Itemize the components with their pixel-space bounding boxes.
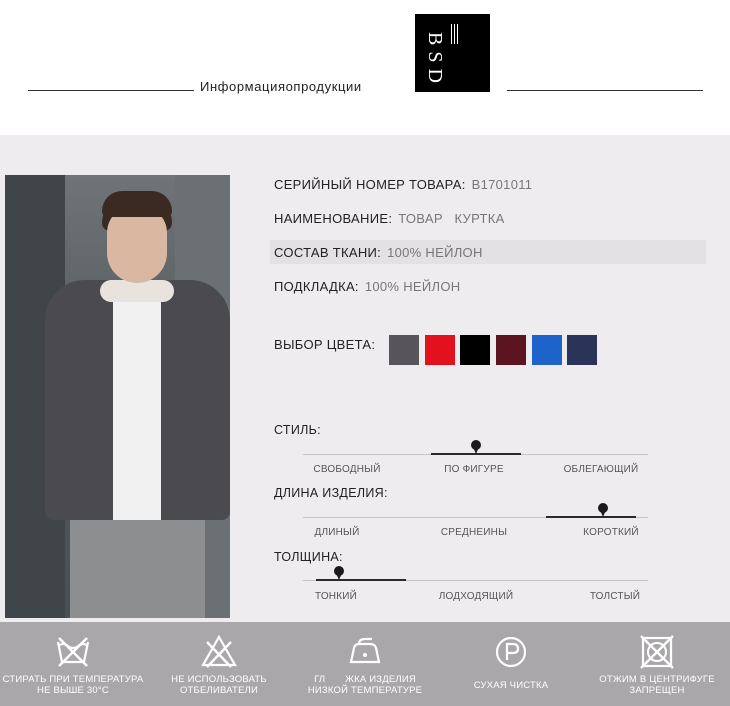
care-text: НЕ ИСПОЛЬЗОВАТЬ ОТБЕЛИВАТЕЛИ <box>171 674 267 696</box>
iron-low-icon <box>349 637 381 664</box>
care-item: НЕ ИСПОЛЬЗОВАТЬ ОТБЕЛИВАТЕЛИ <box>146 622 292 706</box>
product-photo <box>5 175 230 618</box>
scale-marker-icon <box>598 503 608 517</box>
color-label: ВЫБОР ЦВЕТА: <box>274 337 376 352</box>
spec-value: B1701011 <box>471 177 533 192</box>
scale-option: ОБЛЕГАЮЩИЙ <box>563 464 639 475</box>
scale-label-style: СТИЛЬ: <box>274 423 321 437</box>
care-item: ОТЖИМ В ЦЕНТРИФУГЕ ЗАПРЕЩЕН <box>584 622 730 706</box>
care-instructions-bar: СТИРАТЬ ПРИ ТЕМПЕРАТУРА НЕ ВЫШЕ 30°C НЕ И… <box>0 622 730 706</box>
scale-selected-segment <box>315 579 406 581</box>
logo-text: BSD <box>424 32 446 89</box>
dry-clean-p-icon <box>495 636 527 668</box>
spec-name: НАИМЕНОВАНИЕ: ТОВАР КУРТКА <box>274 211 505 226</box>
color-swatch[interactable] <box>389 335 419 365</box>
color-swatch[interactable] <box>425 335 455 365</box>
scale-option: КОРОТКИЙ <box>583 527 639 538</box>
spec-value: ТОВАР КУРТКА <box>398 211 505 226</box>
spec-value: 100% НЕЙЛОН <box>387 245 483 260</box>
header-line-right <box>507 90 703 91</box>
brand-logo: BSD <box>415 14 490 92</box>
scale-option: ТОЛСТЫЙ <box>589 591 641 602</box>
headphones-shape <box>100 280 174 302</box>
care-text: ГЛ ЖКА ИЗДЕЛИЯ НИЗКОЙ ТЕМПЕРАТУРЕ <box>307 674 423 696</box>
spec-key: ПОДКЛАДКА: <box>274 279 359 294</box>
header-title: Информацияопродукции <box>200 79 362 94</box>
care-text: СТИРАТЬ ПРИ ТЕМПЕРАТУРА НЕ ВЫШЕ 30°C <box>2 674 144 696</box>
scale-option: ТОНКИЙ <box>314 591 358 602</box>
scale-option: ДЛИНЫЙ <box>314 527 360 538</box>
color-swatch[interactable] <box>460 335 490 365</box>
care-item: ГЛ ЖКА ИЗДЕЛИЯ НИЗКОЙ ТЕМПЕРАТУРЕ <box>292 622 438 706</box>
scale-selected-segment <box>545 516 636 518</box>
no-machine-wash-icon <box>56 637 90 667</box>
care-text: СУХАЯ ЧИСТКА <box>473 680 549 691</box>
care-item: СТИРАТЬ ПРИ ТЕМПЕРАТУРА НЕ ВЫШЕ 30°C <box>0 622 146 706</box>
scale-label-thickness: ТОЛЩИНА: <box>274 550 343 564</box>
spec-key: НАИМЕНОВАНИЕ: <box>274 211 393 226</box>
care-item: СУХАЯ ЧИСТКА <box>438 622 584 706</box>
scale-marker-icon <box>334 566 344 580</box>
scale-option: ПО ФИГУРЕ <box>444 464 504 475</box>
spec-serial: СЕРИЙНЫЙ НОМЕР ТОВАРА: B1701011 <box>274 177 532 192</box>
spec-value: 100% НЕЙЛОН <box>364 279 461 294</box>
spec-lining: ПОДКЛАДКА: 100% НЕЙЛОН <box>274 279 460 294</box>
scale-option: СРЕДНЕИНЫ <box>440 527 508 538</box>
color-swatch[interactable] <box>532 335 562 365</box>
scale-option: СВОБОДНЫЙ <box>313 464 381 475</box>
scale-option: ЛОДХОДЯЩИЙ <box>438 591 514 602</box>
logo-bars-icon <box>451 24 459 44</box>
no-bleach-icon <box>201 634 237 668</box>
scale-marker-icon <box>470 440 481 454</box>
no-tumble-dry-icon <box>640 635 674 669</box>
scale-label-length: ДЛИНА ИЗДЕЛИЯ: <box>274 486 388 500</box>
spec-key: СЕРИЙНЫЙ НОМЕР ТОВАРА: <box>274 177 466 192</box>
care-text: ОТЖИМ В ЦЕНТРИФУГЕ ЗАПРЕЩЕН <box>599 674 715 696</box>
header-line-left <box>28 90 194 91</box>
spec-fabric: СОСТАВ ТКАНИ: 100% НЕЙЛОН <box>274 245 483 260</box>
spec-key: СОСТАВ ТКАНИ: <box>274 245 382 260</box>
color-swatch[interactable] <box>496 335 526 365</box>
color-swatch[interactable] <box>567 335 597 365</box>
